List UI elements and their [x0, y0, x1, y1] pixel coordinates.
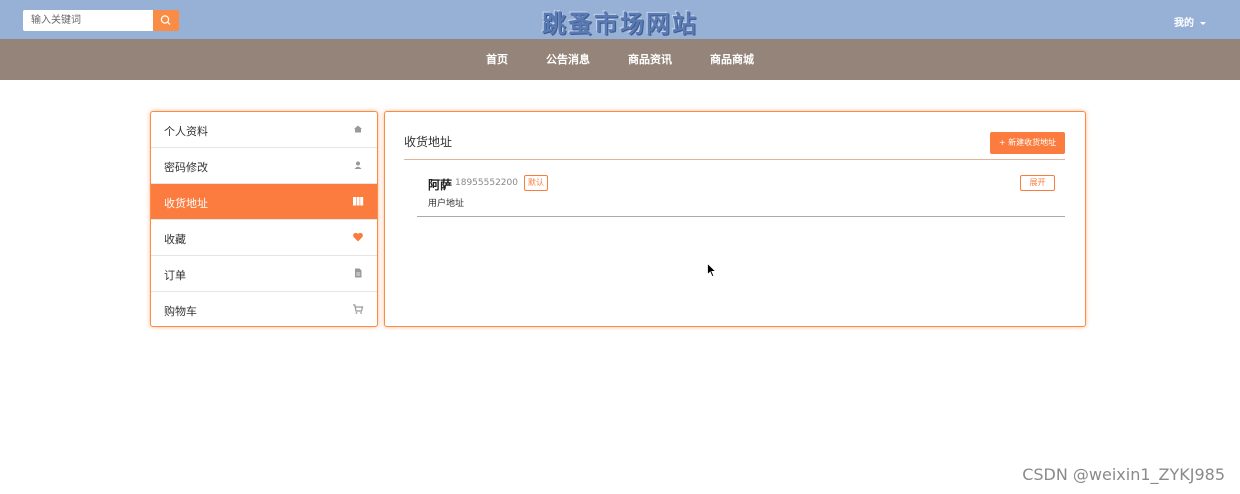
sidebar-item-password[interactable]: 密码修改 [151, 148, 377, 184]
address-panel: 收货地址 + 新建收货地址 阿萨 18955552200 默认 用户地址 展开 [384, 111, 1086, 327]
cart-icon [353, 304, 364, 314]
user-menu-label: 我的 [1174, 18, 1194, 29]
top-header: 跳蚤市场网站 我的 [0, 0, 1240, 39]
default-badge: 默认 [524, 175, 548, 191]
divider [404, 159, 1065, 160]
map-icon [353, 197, 364, 206]
watermark: CSDN @weixin1_ZYKJ985 [1022, 465, 1225, 484]
nav-item-news[interactable]: 商品资讯 [628, 39, 672, 80]
heart-icon [353, 232, 363, 242]
sidebar-item-label: 收货地址 [164, 197, 208, 210]
address-name: 阿萨 [428, 178, 453, 192]
sidebar-item-cart[interactable]: 购物车 [151, 292, 377, 326]
address-phone: 18955552200 [455, 178, 518, 188]
sidebar-item-label: 密码修改 [164, 161, 208, 174]
sidebar-item-label: 收藏 [164, 233, 186, 246]
user-icon [354, 161, 362, 169]
nav-item-home[interactable]: 首页 [486, 39, 508, 80]
sidebar-item-favorites[interactable]: 收藏 [151, 220, 377, 256]
address-item: 阿萨 18955552200 默认 用户地址 展开 [417, 170, 1065, 217]
site-title: 跳蚤市场网站 [542, 10, 698, 38]
main-nav: 首页 公告消息 商品资讯 商品商城 [0, 39, 1240, 80]
address-detail: 用户地址 [428, 199, 465, 209]
mouse-cursor-icon [707, 263, 717, 278]
file-icon [355, 268, 362, 278]
user-menu[interactable]: 我的 [1174, 14, 1206, 29]
panel-title: 收货地址 [404, 135, 453, 149]
home-icon [354, 125, 362, 133]
nav-item-shop[interactable]: 商品商城 [710, 39, 754, 80]
account-sidebar: 个人资料 密码修改 收货地址 收藏 订单 购物车 [150, 111, 378, 327]
sidebar-item-address[interactable]: 收货地址 [151, 184, 377, 220]
sidebar-item-label: 购物车 [164, 305, 197, 318]
sidebar-item-orders[interactable]: 订单 [151, 256, 377, 292]
nav-item-announcements[interactable]: 公告消息 [546, 39, 590, 80]
sidebar-item-profile[interactable]: 个人资料 [151, 112, 377, 148]
new-address-button[interactable]: + 新建收货地址 [990, 132, 1065, 154]
chevron-down-icon [1200, 21, 1206, 25]
expand-button[interactable]: 展开 [1020, 175, 1055, 191]
sidebar-item-label: 个人资料 [164, 125, 208, 138]
sidebar-item-label: 订单 [164, 269, 186, 282]
